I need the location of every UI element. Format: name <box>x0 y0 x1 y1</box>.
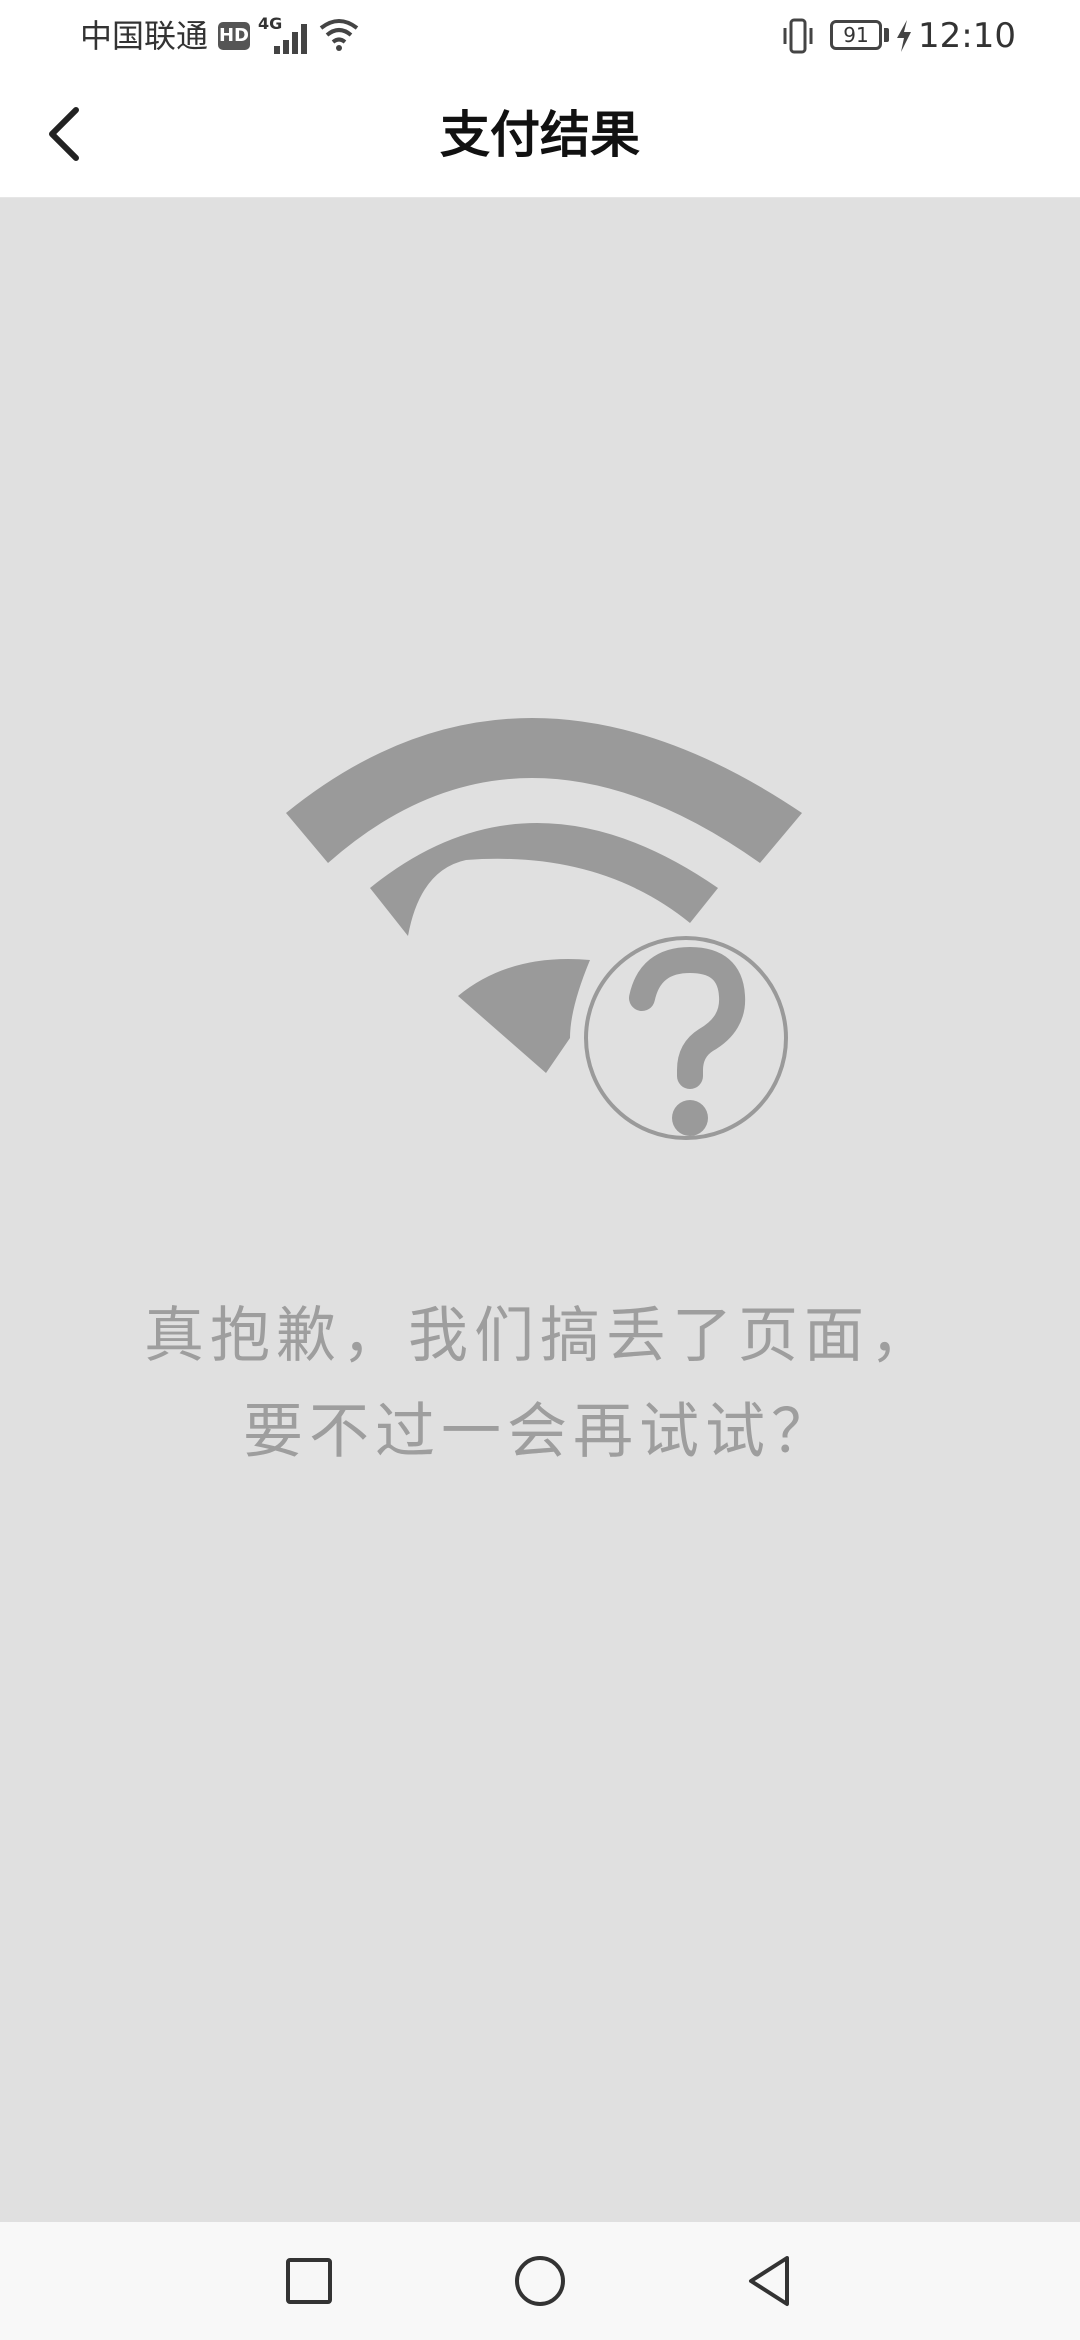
home-button[interactable] <box>505 2246 575 2316</box>
page-title: 支付结果 <box>440 106 640 164</box>
status-clock: 12:10 <box>918 16 1016 56</box>
charging-bolt-icon <box>897 20 911 52</box>
carrier-name: 中国联通 <box>80 17 209 55</box>
error-message-line2: 要不过一会再试试？ <box>243 1397 837 1467</box>
cellular-signal-icon <box>274 24 307 54</box>
error-message: 真抱歉，我们搞丢了页面， 要不过一会再试试？ <box>0 1288 1080 1480</box>
vibrate-icon <box>783 18 813 54</box>
wifi-status-icon <box>319 19 359 51</box>
recent-apps-button[interactable] <box>274 2246 344 2316</box>
square-icon <box>286 2258 332 2304</box>
battery-tip <box>884 28 889 42</box>
title-bar: 支付结果 <box>0 72 1080 198</box>
wifi-question-icon <box>286 718 802 1140</box>
error-message-line1: 真抱歉，我们搞丢了页面， <box>144 1301 936 1371</box>
error-content-area: 真抱歉，我们搞丢了页面， 要不过一会再试试？ <box>0 198 1080 2222</box>
system-back-button[interactable] <box>735 2246 805 2316</box>
hd-badge: HD <box>218 22 250 50</box>
triangle-back-icon <box>749 2256 789 2306</box>
battery-indicator: 91 <box>830 20 882 50</box>
system-navigation-bar <box>0 2222 1080 2340</box>
circle-icon <box>515 2256 565 2306</box>
status-bar: 中国联通 HD 4G 91 12:10 <box>0 0 1080 72</box>
